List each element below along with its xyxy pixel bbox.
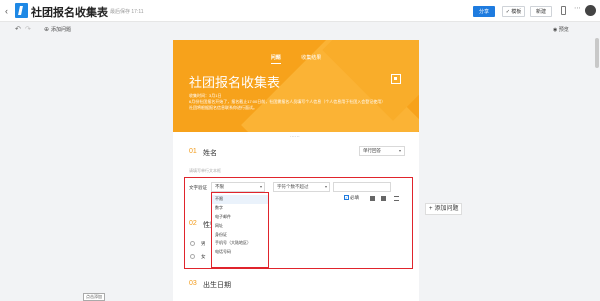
question-number: 02 bbox=[189, 220, 197, 227]
more-menu-icon[interactable] bbox=[394, 196, 399, 201]
more-icon[interactable]: ⋯ bbox=[574, 4, 581, 12]
redo-icon[interactable]: ↷ bbox=[25, 25, 31, 33]
dropdown-option[interactable]: 不限 bbox=[212, 195, 268, 204]
question-number: 01 bbox=[189, 148, 197, 155]
dropdown-option[interactable]: 数字 bbox=[212, 204, 268, 213]
radio-label: 男 bbox=[201, 241, 206, 246]
back-chevron-icon[interactable]: ‹ bbox=[5, 6, 8, 16]
radio-button[interactable] bbox=[190, 241, 195, 246]
tab-questions[interactable]: 问题 bbox=[270, 54, 281, 64]
length-limit-input[interactable] bbox=[333, 182, 391, 192]
dropdown-option[interactable]: 电话号码 bbox=[212, 248, 268, 257]
form-description[interactable]: 收集时间：3月1日 6月份社团报名开始了，报名截止17:00日前，社团需报名人员… bbox=[189, 93, 385, 111]
question-type-value: 单行回答 bbox=[363, 148, 381, 153]
question-type-select[interactable]: 单行回答 ▾ bbox=[359, 146, 405, 156]
answer-hint: 请填写单行文本框 bbox=[189, 168, 221, 173]
preview-label: 预览 bbox=[558, 27, 569, 33]
mobile-preview-icon[interactable] bbox=[561, 6, 566, 15]
form-banner: 问题 收集结果 社团报名收集表 收集时间：3月1日 6月份社团报名开始了，报名截… bbox=[173, 40, 419, 132]
dropdown-option[interactable]: 网址 bbox=[212, 222, 268, 231]
question-number: 03 bbox=[189, 280, 197, 287]
top-bar: ‹ 社团报名收集表 最后保存 17:11 分享 ✓ 模板 新建 ⋯ bbox=[0, 0, 600, 22]
new-button[interactable]: 新建 bbox=[530, 6, 552, 17]
share-button[interactable]: 分享 bbox=[473, 6, 495, 17]
add-circle-icon: ⊕ bbox=[44, 27, 50, 33]
dropdown-option[interactable]: 电子邮件 bbox=[212, 213, 268, 222]
avatar[interactable] bbox=[585, 5, 596, 16]
desc-line: 社团将根据报名信息联系你进行面试。 bbox=[189, 105, 257, 110]
delete-icon[interactable] bbox=[381, 196, 386, 201]
tooltip: 点击添加 bbox=[83, 293, 105, 301]
question-title[interactable]: 出生日期 bbox=[203, 280, 231, 290]
required-label: 必填 bbox=[350, 195, 359, 200]
chevron-down-icon: ▾ bbox=[324, 184, 327, 189]
drag-handle-icon[interactable]: ⋯⋯ bbox=[290, 134, 300, 140]
scrollbar[interactable] bbox=[595, 38, 599, 68]
form-tabs: 问题 收集结果 bbox=[173, 46, 419, 64]
document-title[interactable]: 社团报名收集表 bbox=[31, 4, 108, 20]
copy-icon[interactable] bbox=[370, 196, 375, 201]
length-limit-select[interactable]: 字符个数不超过 ▾ bbox=[273, 182, 330, 192]
checkbox-checked-icon: ✓ bbox=[344, 195, 349, 201]
preview-button[interactable]: ◉ 预览 bbox=[553, 26, 569, 33]
side-add-label: 添加问题 bbox=[434, 206, 459, 212]
dropdown-option[interactable]: 身份证 bbox=[212, 231, 268, 240]
plus-icon: + bbox=[429, 206, 433, 212]
form-card: 问题 收集结果 社团报名收集表 收集时间：3月1日 6月份社团报名开始了，报名截… bbox=[173, 40, 419, 301]
add-question-button[interactable]: ⊕ 添加问题 bbox=[44, 26, 71, 33]
length-limit-value: 字符个数不超过 bbox=[277, 184, 309, 189]
radio-label: 女 bbox=[201, 254, 206, 259]
side-add-question-button[interactable]: + 添加问题 bbox=[425, 203, 462, 215]
template-button[interactable]: ✓ 模板 bbox=[502, 6, 525, 17]
chevron-down-icon: ▾ bbox=[398, 148, 401, 153]
app-logo-icon bbox=[15, 3, 28, 18]
sub-toolbar: ↶ ↷ ⊕ 添加问题 ◉ 预览 bbox=[0, 22, 600, 36]
validation-select[interactable]: 不限 ▾ bbox=[211, 182, 265, 192]
validation-value: 不限 bbox=[215, 184, 224, 189]
required-toggle[interactable]: ✓ 必填 bbox=[344, 195, 359, 201]
validation-label: 文字验证 bbox=[189, 185, 207, 190]
dropdown-option[interactable]: 手机号（大陆地区） bbox=[212, 239, 268, 248]
save-status: 最后保存 17:11 bbox=[110, 9, 144, 15]
undo-icon[interactable]: ↶ bbox=[15, 25, 21, 33]
tab-results[interactable]: 收集结果 bbox=[301, 54, 321, 63]
qr-code-icon[interactable] bbox=[391, 74, 401, 84]
validation-dropdown: 不限 数字 电子邮件 网址 身份证 手机号（大陆地区） 电话号码 bbox=[211, 192, 269, 268]
chevron-down-icon: ▾ bbox=[259, 184, 262, 189]
radio-button[interactable] bbox=[190, 254, 195, 259]
add-question-label: 添加问题 bbox=[51, 27, 72, 33]
form-title[interactable]: 社团报名收集表 bbox=[189, 72, 280, 91]
question-title[interactable]: 姓名 bbox=[203, 148, 217, 158]
